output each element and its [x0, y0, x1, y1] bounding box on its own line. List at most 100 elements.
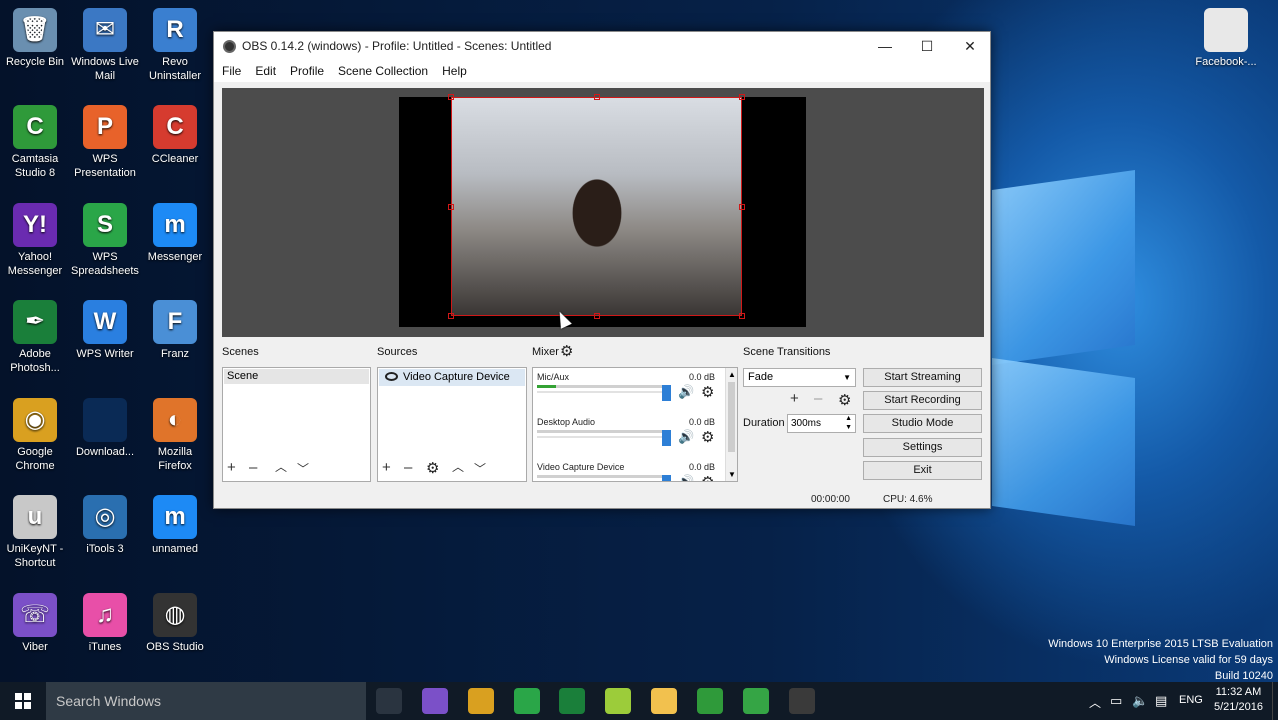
- source-properties-gear-icon[interactable]: ⚙: [426, 459, 439, 477]
- desktop-icon[interactable]: P WPS Presentation: [70, 105, 140, 180]
- add-transition-button[interactable]: +: [790, 390, 799, 407]
- desktop-icon[interactable]: m Messenger: [140, 203, 210, 264]
- title-bar[interactable]: OBS 0.14.2 (windows) - Profile: Untitled…: [214, 32, 990, 60]
- track-gear-icon[interactable]: ⚙: [701, 383, 714, 401]
- scroll-down-icon[interactable]: ▼: [728, 470, 736, 479]
- mixer-gear-icon[interactable]: ⚙: [560, 342, 573, 360]
- start-button[interactable]: [0, 682, 46, 720]
- minimize-button[interactable]: —: [864, 32, 906, 60]
- clock[interactable]: 11:32 AM 5/21/2016: [1214, 685, 1263, 715]
- resize-handle[interactable]: [739, 94, 745, 100]
- start-streaming-button[interactable]: Start Streaming: [863, 368, 982, 387]
- menu-help[interactable]: Help: [442, 64, 467, 78]
- taskbar-file-explorer-icon[interactable]: [651, 688, 677, 714]
- studio-mode-button[interactable]: Studio Mode: [863, 414, 982, 433]
- desktop-icon[interactable]: C Camtasia Studio 8: [0, 105, 70, 180]
- move-scene-up-button[interactable]: ︿: [275, 458, 287, 475]
- volume-slider-thumb[interactable]: [662, 385, 671, 401]
- remove-transition-button[interactable]: –: [814, 390, 822, 407]
- volume-slider-track[interactable]: [537, 391, 662, 393]
- scroll-up-icon[interactable]: ▲: [728, 370, 736, 379]
- source-item[interactable]: Video Capture Device: [379, 369, 525, 386]
- preview-area[interactable]: [222, 88, 984, 337]
- volume-slider-track[interactable]: [537, 436, 662, 438]
- close-button[interactable]: ✕: [949, 32, 991, 60]
- resize-handle[interactable]: [448, 204, 454, 210]
- desktop-icon[interactable]: ✒ Adobe Photosh...: [0, 300, 70, 375]
- desktop-icon[interactable]: u UniKeyNT - Shortcut: [0, 495, 70, 570]
- desktop-icon[interactable]: Y! Yahoo! Messenger: [0, 203, 70, 278]
- desktop-icon[interactable]: S WPS Spreadsheets: [70, 203, 140, 278]
- remove-source-button[interactable]: –: [404, 459, 412, 476]
- resize-handle[interactable]: [448, 94, 454, 100]
- menu-profile[interactable]: Profile: [290, 64, 324, 78]
- speaker-icon[interactable]: 🔊: [678, 384, 694, 400]
- desktop-icon[interactable]: ✉ Windows Live Mail: [70, 8, 140, 83]
- desktop-icon[interactable]: ◍ OBS Studio: [140, 593, 210, 654]
- track-gear-icon[interactable]: ⚙: [701, 473, 714, 481]
- desktop-icon[interactable]: ◉ Google Chrome: [0, 398, 70, 473]
- resize-handle[interactable]: [448, 313, 454, 319]
- taskbar-folder-green-icon[interactable]: [605, 688, 631, 714]
- video-capture-source[interactable]: [448, 94, 745, 319]
- desktop-icon[interactable]: W WPS Writer: [70, 300, 140, 361]
- scrollbar-thumb[interactable]: [728, 382, 735, 452]
- duration-input[interactable]: 300ms ▲ ▼: [787, 414, 856, 433]
- taskbar-viber-icon[interactable]: [422, 688, 448, 714]
- taskbar-obs-icon[interactable]: [789, 688, 815, 714]
- speaker-icon[interactable]: 🔊: [678, 429, 694, 445]
- show-desktop-button[interactable]: [1272, 682, 1278, 720]
- scene-item[interactable]: Scene: [224, 369, 369, 384]
- resize-handle[interactable]: [739, 313, 745, 319]
- start-recording-button[interactable]: Start Recording: [863, 391, 982, 410]
- move-source-up-button[interactable]: ︿: [452, 458, 464, 475]
- volume-slider-thumb[interactable]: [662, 430, 671, 446]
- move-source-down-button[interactable]: ﹀: [474, 460, 486, 477]
- desktop-icon[interactable]: ♫ iTunes: [70, 593, 140, 654]
- desktop-icon[interactable]: ◐ Mozilla Firefox: [140, 398, 210, 473]
- taskbar-task-view-icon[interactable]: [376, 688, 402, 714]
- track-gear-icon[interactable]: ⚙: [701, 428, 714, 446]
- taskbar-camtasia-icon[interactable]: [697, 688, 723, 714]
- resize-handle[interactable]: [594, 94, 600, 100]
- resize-handle[interactable]: [594, 313, 600, 319]
- mixer-scrollbar[interactable]: ▲ ▼: [725, 368, 737, 481]
- eye-icon[interactable]: [385, 372, 398, 381]
- chevron-up-icon[interactable]: ︿: [1089, 694, 1101, 711]
- volume-slider-track[interactable]: [537, 481, 662, 482]
- menu-scene-collection[interactable]: Scene Collection: [338, 64, 428, 78]
- settings-button[interactable]: Settings: [863, 438, 982, 457]
- taskbar-photoshop-icon[interactable]: [559, 688, 585, 714]
- transition-gear-icon[interactable]: ⚙: [838, 391, 851, 409]
- desktop-icon[interactable]: F Franz: [140, 300, 210, 361]
- transition-select[interactable]: Fade ▼: [743, 368, 856, 387]
- desktop-icon[interactable]: C CCleaner: [140, 105, 210, 166]
- move-scene-down-button[interactable]: ﹀: [297, 460, 309, 477]
- volume-muted-icon[interactable]: 🔈: [1132, 693, 1148, 709]
- taskbar-wps-spreadsheets-icon[interactable]: [514, 688, 540, 714]
- add-scene-button[interactable]: +: [227, 459, 236, 476]
- desktop-icon[interactable]: Download...: [70, 398, 140, 459]
- desktop-icon[interactable]: ◎ iTools 3: [70, 495, 140, 556]
- notification-icon[interactable]: ▤: [1155, 693, 1167, 709]
- speaker-icon[interactable]: 🔊: [678, 474, 694, 481]
- resize-handle[interactable]: [739, 204, 745, 210]
- menu-file[interactable]: File: [222, 64, 241, 78]
- language-indicator[interactable]: ENG: [1179, 694, 1203, 706]
- taskbar-chrome-icon[interactable]: [468, 688, 494, 714]
- network-icon[interactable]: ▭: [1110, 693, 1122, 709]
- menu-edit[interactable]: Edit: [255, 64, 276, 78]
- desktop-icon[interactable]: m unnamed: [140, 495, 210, 556]
- add-source-button[interactable]: +: [382, 459, 391, 476]
- desktop-icon[interactable]: R Revo Uninstaller: [140, 8, 210, 83]
- volume-slider-thumb[interactable]: [662, 475, 671, 481]
- exit-button[interactable]: Exit: [863, 461, 982, 480]
- scenes-list[interactable]: Scene + – ︿ ﹀: [222, 367, 371, 482]
- taskbar-camtasia-2-icon[interactable]: [743, 688, 769, 714]
- spin-arrows-icon[interactable]: ▲ ▼: [845, 414, 852, 432]
- desktop-icon[interactable]: ☏ Viber: [0, 593, 70, 654]
- search-input[interactable]: Search Windows: [46, 682, 366, 720]
- remove-scene-button[interactable]: –: [249, 459, 257, 476]
- desktop-icon[interactable]: 🗑 Recycle Bin: [0, 8, 70, 69]
- sources-list[interactable]: Video Capture Device + – ⚙ ︿ ﹀: [377, 367, 527, 482]
